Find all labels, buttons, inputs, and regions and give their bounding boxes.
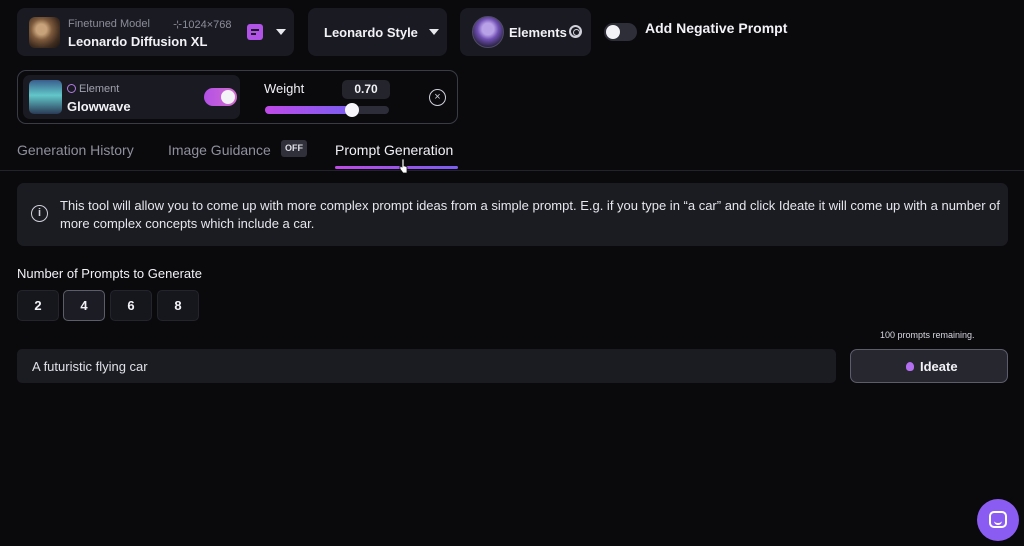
weight-slider-thumb[interactable] — [344, 103, 359, 117]
prompt-count-option[interactable]: 2 — [17, 290, 59, 321]
ideate-label: Ideate — [920, 359, 958, 374]
prompt-count-label: Number of Prompts to Generate — [17, 266, 202, 281]
prompt-count-option[interactable]: 8 — [157, 290, 199, 321]
bulb-icon — [906, 362, 914, 371]
negative-prompt-label: Add Negative Prompt — [645, 20, 788, 36]
element-enable-toggle[interactable] — [204, 88, 237, 106]
chat-icon — [989, 511, 1007, 528]
status-badge: OFF — [281, 140, 307, 157]
cursor-icon — [399, 158, 408, 174]
elements-label: Elements — [509, 25, 567, 40]
prompts-remaining: 100 prompts remaining. — [880, 330, 975, 340]
weight-slider-fill — [265, 106, 352, 114]
close-icon[interactable]: × — [429, 89, 446, 106]
chat-button[interactable] — [977, 499, 1019, 541]
tab-generation-history[interactable]: Generation History — [17, 142, 134, 158]
element-kind-label: Element — [79, 83, 120, 95]
tab-bar: Generation History Image Guidance OFF Pr… — [0, 136, 1024, 171]
gear-icon[interactable] — [569, 25, 582, 38]
element-avatar — [472, 16, 504, 48]
prompt-count-option[interactable]: 6 — [110, 290, 152, 321]
element-thumbnail — [29, 80, 62, 114]
weight-label: Weight — [264, 81, 305, 96]
tab-image-guidance[interactable]: Image Guidance — [168, 142, 271, 158]
style-label: Leonardo Style — [324, 25, 418, 40]
prompt-count-option-selected[interactable]: 4 — [63, 290, 105, 321]
tab-prompt-generation[interactable]: Prompt Generation — [335, 142, 453, 158]
negative-prompt-toggle[interactable] — [604, 23, 637, 41]
toggle-knob — [221, 90, 235, 104]
prompt-input[interactable] — [17, 349, 836, 383]
elements-button[interactable]: Elements — [460, 8, 591, 56]
model-thumbnail — [29, 17, 60, 48]
ideate-button[interactable]: Ideate — [850, 349, 1008, 383]
model-selector[interactable]: Finetuned Model Leonardo Diffusion XL ⊹1… — [17, 8, 294, 56]
info-icon: i — [31, 205, 48, 222]
edit-icon[interactable] — [247, 24, 263, 40]
chevron-down-icon[interactable] — [276, 29, 286, 35]
weight-slider[interactable] — [265, 103, 389, 117]
style-selector[interactable]: Leonardo Style — [308, 8, 447, 56]
toggle-knob — [606, 25, 620, 39]
chevron-down-icon — [429, 29, 439, 35]
active-tab-indicator — [335, 166, 458, 169]
element-chip: Element Glowwave — [23, 75, 240, 119]
info-box: i This tool will allow you to come up wi… — [17, 183, 1008, 246]
model-sub-label: Finetuned Model — [68, 18, 150, 30]
model-dimensions: ⊹1024×768 — [173, 19, 232, 31]
element-kind: Element — [67, 83, 119, 95]
flower-icon — [67, 84, 76, 93]
model-name: Leonardo Diffusion XL — [68, 34, 208, 49]
weight-value[interactable]: 0.70 — [342, 80, 390, 99]
element-name: Glowwave — [67, 99, 131, 114]
info-text: This tool will allow you to come up with… — [60, 198, 1000, 231]
element-panel: Element Glowwave Weight 0.70 × — [17, 70, 458, 124]
